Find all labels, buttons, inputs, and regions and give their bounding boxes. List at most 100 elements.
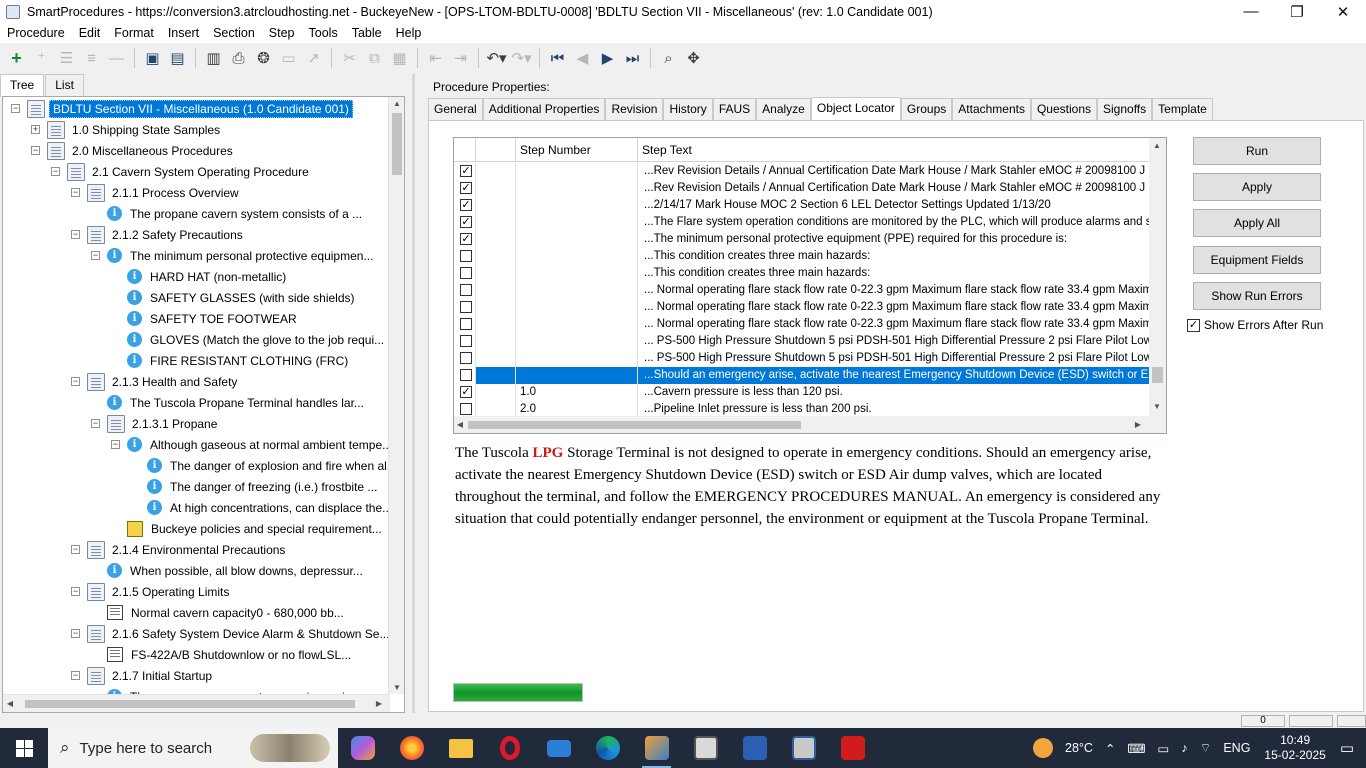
add-icon[interactable]: + <box>6 47 28 69</box>
scroll-up-icon[interactable]: ▲ <box>1149 141 1165 150</box>
step-text-cell[interactable]: ... Normal operating flare stack flow ra… <box>638 299 1150 316</box>
table-row[interactable]: ✓ ...The Flare system operation condition… <box>454 214 1150 231</box>
table-row[interactable]: ... Normal operating flare stack flow ra… <box>454 316 1150 333</box>
step-number-cell[interactable] <box>516 350 638 367</box>
equipment-fields-button[interactable]: Equipment Fields <box>1193 246 1321 274</box>
tree-vertical-scroll-thumb[interactable] <box>392 113 402 175</box>
step-text-cell[interactable]: ...The Flare system operation conditions… <box>638 214 1150 231</box>
undo-icon[interactable]: ↶▾ <box>486 47 508 69</box>
table-row[interactable]: ✓ ...The minimum personal protective equi… <box>454 231 1150 248</box>
scroll-up-icon[interactable]: ▲ <box>389 99 404 108</box>
document-app[interactable] <box>681 728 730 768</box>
table-row[interactable]: ...This condition creates three main haz… <box>454 265 1150 282</box>
tree-node[interactable]: iThe propane cavern system was in servic… <box>107 686 370 694</box>
tree-node[interactable]: i The Tuscola Propane Terminal handles la… <box>107 392 367 413</box>
remove-icon[interactable]: — <box>106 47 128 69</box>
step-number-cell[interactable] <box>516 333 638 350</box>
first-icon[interactable]: ⏮ <box>547 47 569 69</box>
row-check-cell[interactable] <box>454 248 476 265</box>
mail-app[interactable] <box>534 728 583 768</box>
panel-splitter[interactable] <box>412 74 415 714</box>
row-checkbox[interactable] <box>460 318 472 330</box>
save-copy-icon[interactable]: ▣ <box>142 47 164 69</box>
menu-step[interactable]: Step <box>262 23 302 43</box>
tree-node[interactable]: i The danger of explosion and fire when a… <box>147 455 390 476</box>
table-row[interactable]: ✓ ...2/14/17 Mark House MOC 2 Section 6 L… <box>454 197 1150 214</box>
tree-node[interactable]: +1.0 Shipping State Samples <box>31 119 223 140</box>
row-checkbox[interactable] <box>460 267 472 279</box>
tab-questions[interactable]: Questions <box>1030 98 1097 120</box>
tree-node[interactable]: i When possible, all blow downs, depressu… <box>107 560 366 581</box>
apply-all-button[interactable]: Apply All <box>1193 209 1321 237</box>
next-icon[interactable]: ▶ <box>597 47 619 69</box>
expand-icon[interactable]: + <box>31 125 40 134</box>
tab-tree[interactable]: Tree <box>0 74 45 97</box>
row-check-cell[interactable] <box>454 299 476 316</box>
tree-node[interactable]: − i The minimum personal protective equipm… <box>91 245 376 266</box>
outdent-icon[interactable]: ⇤ <box>425 47 447 69</box>
redo-icon[interactable]: ↷▾ <box>511 47 533 69</box>
tree-node[interactable]: − 2.1.3.1 Propane <box>91 413 220 434</box>
tree-node[interactable]: i SAFETY GLASSES (with side shields) <box>127 287 358 308</box>
notification-icon[interactable]: ▭ <box>1340 739 1354 757</box>
tree-node[interactable]: Normal cavern capacity0 - 680,000 bb... <box>107 602 347 623</box>
last-icon[interactable]: ⏭ <box>622 47 644 69</box>
previous-icon[interactable]: ◀ <box>572 47 594 69</box>
indent-icon[interactable]: ⇥ <box>450 47 472 69</box>
row-checkbox[interactable] <box>460 403 472 415</box>
cut-icon[interactable]: ✂ <box>339 47 361 69</box>
step-number-cell[interactable] <box>516 316 638 333</box>
collapse-icon[interactable]: − <box>71 587 80 596</box>
row-check-cell[interactable] <box>454 367 476 384</box>
show-errors-after-run-checkbox[interactable]: ✓ <box>1187 318 1200 332</box>
row-checkbox[interactable]: ✓ <box>460 233 472 245</box>
frame-icon[interactable]: ▭ <box>278 47 300 69</box>
show-errors-after-run-option[interactable]: ✓ Show Errors After Run <box>1187 318 1323 332</box>
row-check-cell[interactable] <box>454 316 476 333</box>
row-checkbox[interactable] <box>460 250 472 262</box>
tree-node[interactable]: − 2.1.4 Environmental Precautions <box>71 539 288 560</box>
grid-horizontal-scroll-thumb[interactable] <box>468 421 801 429</box>
grid-vertical-scroll-thumb[interactable] <box>1152 367 1163 383</box>
table-row[interactable]: ... Normal operating flare stack flow ra… <box>454 282 1150 299</box>
table-row[interactable]: ... PS-500 High Pressure Shutdown 5 psi … <box>454 333 1150 350</box>
tree-node[interactable]: i The propane cavern system consists of a… <box>107 203 365 224</box>
tree-node[interactable]: i The danger of freezing (i.e.) frostbite… <box>147 476 380 497</box>
list-icon[interactable]: ☰ <box>56 47 78 69</box>
menu-format[interactable]: Format <box>107 23 161 43</box>
step-text-cell[interactable]: ...Cavern pressure is less than 120 psi. <box>638 384 1150 401</box>
battery-icon[interactable]: ▭ <box>1158 741 1170 756</box>
tree-horizontal-scrollbar[interactable]: ◀ ▶ <box>3 694 390 712</box>
opera-app[interactable] <box>485 728 534 768</box>
show-run-errors-button[interactable]: Show Run Errors <box>1193 282 1321 310</box>
step-text-cell[interactable]: ... Normal operating flare stack flow ra… <box>638 282 1150 299</box>
step-text-cell[interactable]: ... PS-500 High Pressure Shutdown 5 psi … <box>638 333 1150 350</box>
tree-node[interactable]: FS-422A/B Shutdownlow or no flowLSL... <box>107 644 354 665</box>
step-number-cell[interactable] <box>516 265 638 282</box>
row-check-cell[interactable] <box>454 265 476 282</box>
menu-insert[interactable]: Insert <box>161 23 206 43</box>
wifi-icon[interactable]: ⌔ <box>1200 740 1212 756</box>
clock[interactable]: 10:49 15-02-2025 <box>1264 733 1325 763</box>
step-text-cell[interactable]: ...Rev Revision Details / Annual Certifi… <box>638 180 1150 197</box>
print-icon[interactable]: ⎙ <box>228 47 250 69</box>
step-text-cell[interactable]: ...This condition creates three main haz… <box>638 265 1150 282</box>
taskbar-search[interactable]: ⌕ Type here to search <box>48 728 338 768</box>
scroll-left-icon[interactable]: ◀ <box>3 699 17 708</box>
grid-vertical-scrollbar[interactable]: ▲ ▼ <box>1149 138 1166 416</box>
tab-attachments[interactable]: Attachments <box>952 98 1031 120</box>
collapse-icon[interactable]: − <box>111 440 120 449</box>
step-number-cell[interactable] <box>516 282 638 299</box>
tree-node[interactable]: − 2.1 Cavern System Operating Procedure <box>51 161 312 182</box>
row-check-cell[interactable] <box>454 333 476 350</box>
tab-object-locator[interactable]: Object Locator <box>810 97 901 120</box>
acrobat-app[interactable] <box>828 728 877 768</box>
table-row[interactable]: ✓ ...Rev Revision Details / Annual Certif… <box>454 180 1150 197</box>
paste-icon[interactable]: ▦ <box>389 47 411 69</box>
smartprocedures-app[interactable] <box>632 728 681 768</box>
tree-node[interactable]: − 2.1.3 Health and Safety <box>71 371 240 392</box>
step-text-cell[interactable]: ...2/14/17 Mark House MOC 2 Section 6 LE… <box>638 197 1150 214</box>
tree-node[interactable]: Buckeye policies and special requirement… <box>127 518 385 539</box>
menu-table[interactable]: Table <box>345 23 389 43</box>
row-checkbox[interactable] <box>460 301 472 313</box>
